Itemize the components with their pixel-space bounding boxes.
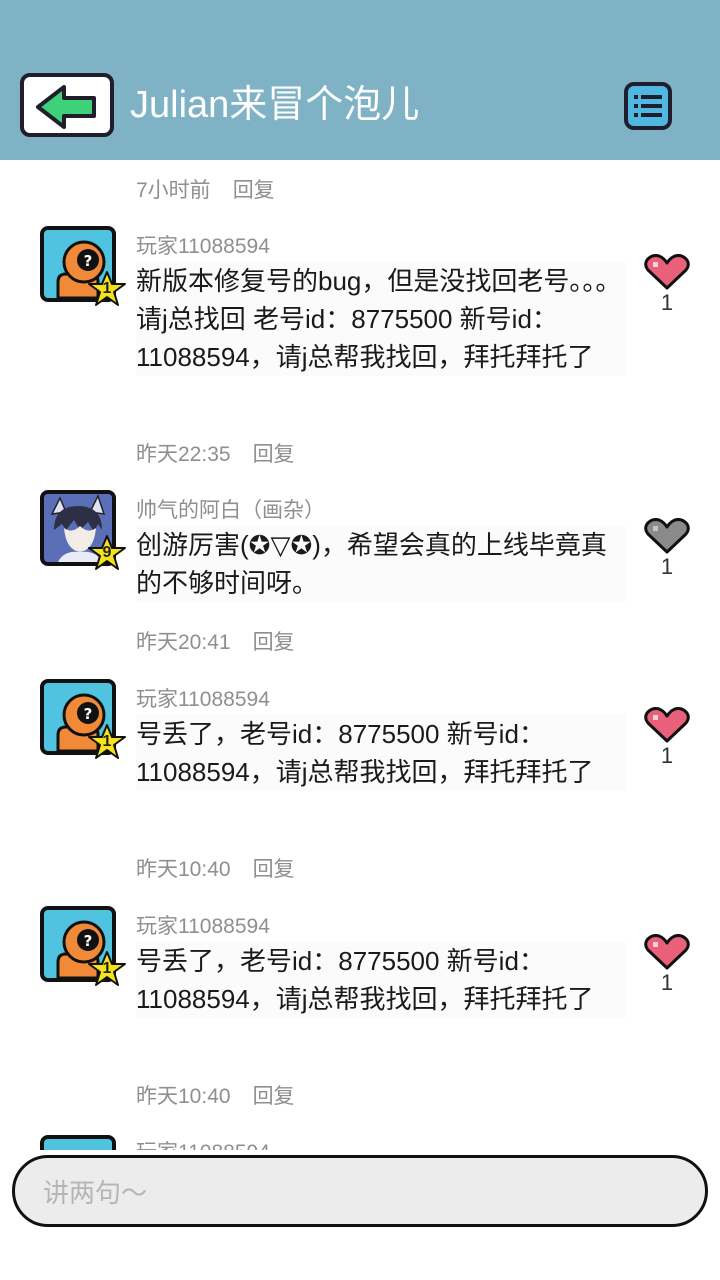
level-number: 1 bbox=[102, 280, 112, 297]
comment-input-bar[interactable] bbox=[12, 1155, 708, 1227]
page-title: Julian来冒个泡儿 bbox=[130, 84, 420, 126]
reply-button[interactable]: 回复 bbox=[253, 1085, 295, 1108]
like-button[interactable]: 1 bbox=[644, 254, 692, 324]
reply-button[interactable]: 回复 bbox=[253, 858, 295, 881]
like-button[interactable]: 1 bbox=[644, 934, 692, 1004]
comment-meta: 昨天10:40 回复 bbox=[136, 1080, 295, 1110]
like-count: 1 bbox=[660, 970, 674, 995]
heart-icon bbox=[644, 518, 690, 554]
comment-time: 昨天22:35 bbox=[136, 443, 231, 466]
svg-text:?: ? bbox=[84, 705, 93, 723]
reply-button[interactable]: 回复 bbox=[253, 443, 295, 466]
level-badge: 1 bbox=[88, 270, 126, 308]
comment-time: 7小时前 bbox=[136, 179, 211, 202]
comment-time: 昨天10:40 bbox=[136, 858, 231, 881]
comment-text: 号丢了，老号id：8775500 新号id：11088594，请j总帮我找回，拜… bbox=[136, 942, 626, 1018]
level-number: 1 bbox=[102, 733, 112, 750]
menu-button[interactable] bbox=[624, 82, 672, 130]
back-button[interactable] bbox=[20, 73, 114, 137]
level-badge: 1 bbox=[88, 723, 126, 761]
comment-list[interactable]: 7小时前 回复 ? 1 玩家11088594 新版本修复号的bug，但是没找回老号… bbox=[0, 160, 720, 1150]
username[interactable]: 玩家11088594 bbox=[136, 683, 270, 713]
comment-meta: 昨天20:41 回复 bbox=[136, 626, 295, 656]
username[interactable]: 玩家11088594 bbox=[136, 1136, 270, 1150]
heart-icon bbox=[644, 254, 690, 290]
username[interactable]: 玩家11088594 bbox=[136, 230, 270, 260]
comment-text: 新版本修复号的bug，但是没找回老号。。。请j总找回 老号id：8775500 … bbox=[136, 262, 626, 376]
level-number: 1 bbox=[102, 960, 112, 977]
heart-icon bbox=[644, 707, 690, 743]
comment-text: 创游厉害(✪▽✪)，希望会真的上线毕竟真的不够时间呀。 bbox=[136, 526, 626, 602]
comment-input[interactable] bbox=[41, 1170, 685, 1216]
comment-time: 昨天10:40 bbox=[136, 1085, 231, 1108]
reply-button[interactable]: 回复 bbox=[233, 179, 275, 202]
like-count: 1 bbox=[660, 554, 674, 579]
like-button[interactable]: 1 bbox=[644, 518, 692, 588]
comment-meta: 昨天22:35 回复 bbox=[136, 438, 295, 468]
level-number: 9 bbox=[102, 544, 112, 561]
level-badge: 1 bbox=[88, 950, 126, 988]
list-menu-icon bbox=[634, 95, 662, 117]
app-header: Julian来冒个泡儿 bbox=[0, 0, 720, 160]
like-button[interactable]: 1 bbox=[644, 707, 692, 777]
prev-comment-meta: 7小时前 回复 bbox=[136, 174, 275, 204]
heart-icon bbox=[644, 934, 690, 970]
svg-text:?: ? bbox=[84, 252, 93, 270]
svg-text:?: ? bbox=[84, 932, 93, 950]
comment-meta: 昨天10:40 回复 bbox=[136, 853, 295, 883]
avatar[interactable] bbox=[40, 1135, 116, 1150]
arrow-left-icon bbox=[36, 85, 96, 129]
username[interactable]: 帅气的阿白（画杂） bbox=[136, 494, 325, 524]
username[interactable]: 玩家11088594 bbox=[136, 910, 270, 940]
like-count: 1 bbox=[660, 743, 674, 768]
level-badge: 9 bbox=[88, 534, 126, 572]
comment-text: 号丢了，老号id：8775500 新号id：11088594，请j总帮我找回，拜… bbox=[136, 715, 626, 791]
like-count: 1 bbox=[660, 290, 674, 315]
reply-button[interactable]: 回复 bbox=[253, 631, 295, 654]
comment-time: 昨天20:41 bbox=[136, 631, 231, 654]
